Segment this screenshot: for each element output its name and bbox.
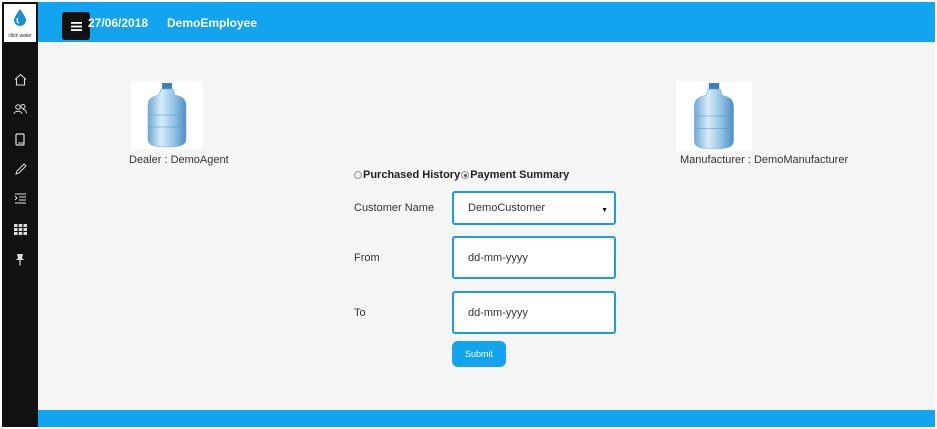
pencil-icon <box>14 162 27 175</box>
sidebar-nav <box>2 64 38 274</box>
water-bottle-icon <box>694 83 734 150</box>
submit-button[interactable]: Submit <box>452 341 506 367</box>
water-bottle-icon <box>147 83 187 148</box>
pin-icon <box>16 253 24 265</box>
current-user: DemoEmployee <box>167 16 258 30</box>
sidebar-item-pin[interactable] <box>2 244 38 274</box>
sidebar-item-book[interactable] <box>2 124 38 154</box>
app-frame: click water 27/06/2018 DemoEmployee Deal… <box>2 2 935 427</box>
from-label: From <box>354 252 380 264</box>
manufacturer-label: Manufacturer : DemoManufacturer <box>680 154 849 166</box>
sidebar-item-list[interactable] <box>2 184 38 214</box>
footer-bar <box>38 410 935 427</box>
purchased-history-radio[interactable] <box>354 171 362 179</box>
dealer-label: Dealer : DemoAgent <box>129 154 229 166</box>
manufacturer-bottle-image <box>676 81 752 151</box>
water-drop-icon <box>14 9 26 26</box>
from-date-placeholder: dd-mm-yyyy <box>468 251 528 264</box>
home-icon <box>14 73 26 86</box>
sidebar: click water <box>2 2 38 427</box>
to-label: To <box>354 307 366 319</box>
grid-icon <box>13 223 27 235</box>
sidebar-item-edit[interactable] <box>2 154 38 184</box>
logo-text: click water <box>8 33 32 39</box>
sidebar-item-home[interactable] <box>2 64 38 94</box>
customer-select-value: DemoCustomer <box>468 202 546 214</box>
users-icon <box>13 104 27 115</box>
menu-toggle-button[interactable] <box>62 12 90 40</box>
report-type-radio-group: Purchased History Payment Summary <box>354 169 569 181</box>
hamburger-icon <box>70 21 82 31</box>
book-icon <box>15 132 25 146</box>
payment-summary-label[interactable]: Payment Summary <box>470 169 569 181</box>
sidebar-item-users[interactable] <box>2 94 38 124</box>
customer-select[interactable]: DemoCustomer ▼ <box>452 191 616 225</box>
dropdown-arrow-icon: ▼ <box>601 207 608 214</box>
dealer-bottle-image <box>131 81 203 149</box>
current-date: 27/06/2018 <box>88 16 149 30</box>
purchased-history-label[interactable]: Purchased History <box>363 169 460 181</box>
sidebar-item-grid[interactable] <box>2 214 38 244</box>
list-indent-icon <box>14 193 26 204</box>
payment-summary-radio[interactable] <box>461 171 470 179</box>
from-date-input[interactable]: dd-mm-yyyy <box>452 236 616 279</box>
customer-name-label: Customer Name <box>354 202 435 214</box>
to-date-input[interactable]: dd-mm-yyyy <box>452 291 616 334</box>
brand-logo[interactable]: click water <box>4 4 36 42</box>
to-date-placeholder: dd-mm-yyyy <box>468 306 528 319</box>
